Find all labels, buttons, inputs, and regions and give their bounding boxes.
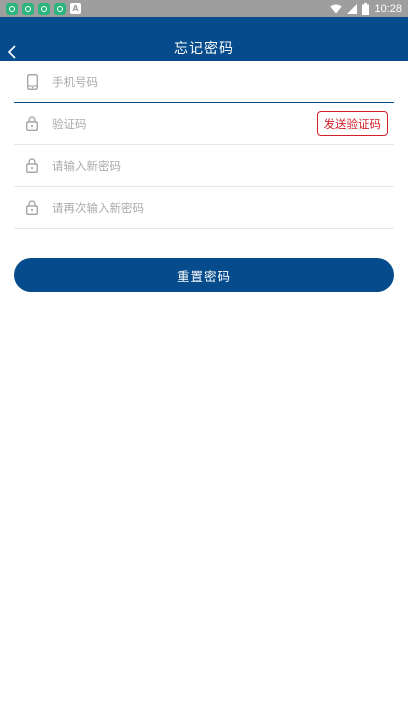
app-notification-icon: [6, 2, 18, 15]
phone-input[interactable]: [50, 74, 394, 89]
code-input[interactable]: [50, 116, 317, 131]
page-title: 忘记密码: [174, 41, 234, 57]
clock: 10:28: [374, 2, 402, 15]
lock-icon: [14, 200, 50, 215]
signal-icon: [347, 3, 358, 14]
app-notification-icon: [22, 2, 34, 15]
new-password-row: [14, 145, 394, 187]
new-password-input[interactable]: [50, 158, 394, 173]
phone-icon: [14, 73, 50, 90]
status-bar: A 10:28: [0, 0, 408, 17]
app-notification-icon: [38, 2, 50, 15]
notification-icons: A: [6, 2, 81, 15]
wifi-icon: [330, 3, 343, 13]
app-notification-icon: [54, 2, 66, 15]
lock-icon: [14, 116, 50, 131]
lock-icon: [14, 158, 50, 173]
battery-icon: [362, 2, 370, 15]
title-bar: 忘记密码: [0, 17, 408, 61]
confirm-password-input[interactable]: [50, 200, 394, 215]
phone-row: [14, 61, 394, 103]
confirm-password-row: [14, 187, 394, 229]
a-notification-icon: A: [70, 3, 81, 14]
send-code-button[interactable]: 发送验证码: [316, 111, 388, 136]
reset-password-button[interactable]: 重置密码: [14, 258, 394, 292]
system-icons: 10:28: [330, 2, 402, 15]
code-row: 发送验证码: [14, 103, 394, 145]
